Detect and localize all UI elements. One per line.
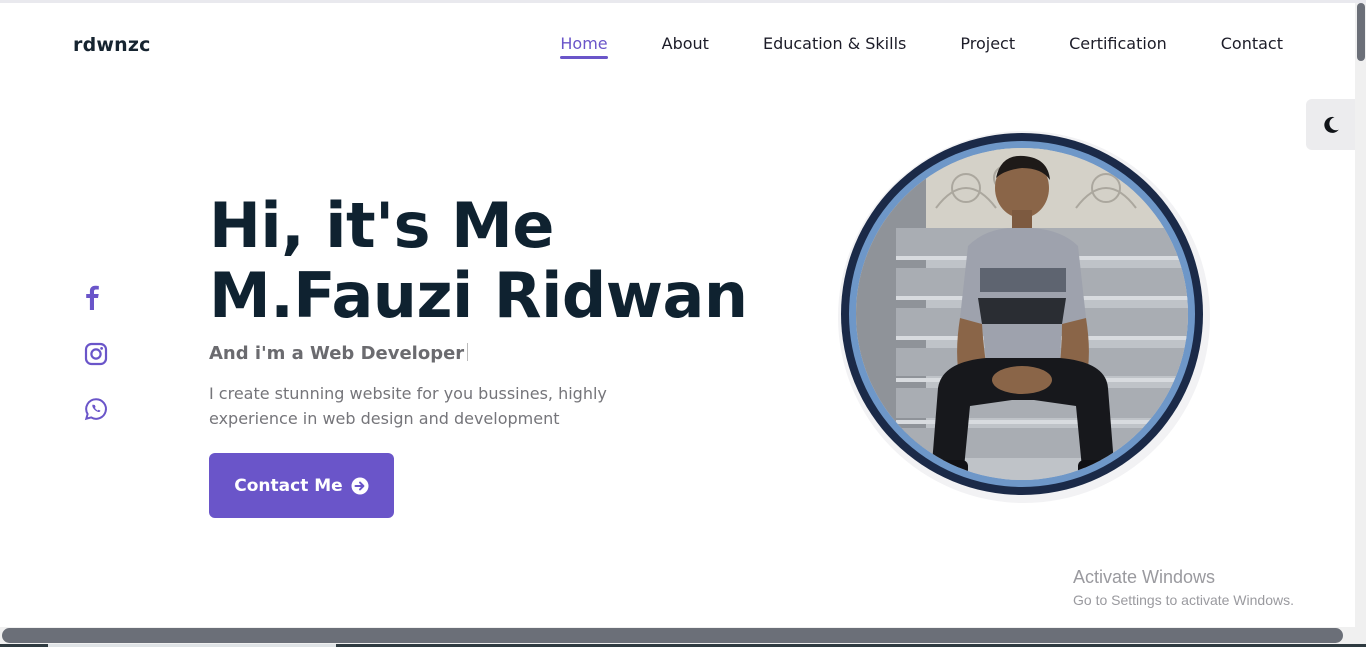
whatsapp-link[interactable] [83, 396, 109, 422]
vertical-scrollbar-thumb[interactable] [1357, 3, 1365, 61]
activate-windows-watermark: Activate Windows Go to Settings to activ… [1073, 567, 1294, 608]
main-nav: Home About Education & Skills Project Ce… [506, 34, 1283, 59]
hero-title-line2: M.Fauzi Ridwan [209, 259, 748, 332]
profile-photo-frame [838, 131, 1210, 503]
instagram-icon [84, 342, 108, 366]
dark-mode-toggle[interactable] [1306, 99, 1355, 150]
page: rdwnzc Home About Education & Skills Pro… [0, 3, 1355, 627]
profile-photo-illustration [856, 148, 1188, 480]
facebook-link[interactable] [80, 283, 104, 311]
hero-description: I create stunning website for you bussin… [209, 384, 607, 428]
hero-subtitle: And i'm a Web Developer [209, 343, 469, 364]
profile-photo-ring [841, 133, 1203, 495]
hero-subtitle-text: And i'm a Web Developer [209, 343, 465, 364]
nav-project[interactable]: Project [960, 34, 1015, 57]
vertical-scrollbar[interactable] [1355, 3, 1366, 627]
contact-me-label: Contact Me [234, 475, 343, 496]
nav-certification[interactable]: Certification [1069, 34, 1167, 57]
moon-icon [1323, 116, 1339, 133]
profile-photo-inner-ring [849, 141, 1195, 487]
profile-photo [856, 148, 1188, 480]
whatsapp-icon [84, 398, 107, 421]
activate-windows-subtitle: Go to Settings to activate Windows. [1073, 592, 1294, 608]
hero-title-line1: Hi, it's Me [209, 189, 554, 262]
activate-windows-title: Activate Windows [1073, 567, 1216, 587]
contact-me-button[interactable]: Contact Me [209, 453, 394, 518]
hero-title: Hi, it's Me M.Fauzi Ridwan [209, 191, 748, 331]
nav-about[interactable]: About [662, 34, 709, 57]
instagram-link[interactable] [83, 341, 109, 367]
arrow-circle-right-icon [351, 477, 369, 494]
nav-contact[interactable]: Contact [1221, 34, 1283, 57]
horizontal-scrollbar-thumb[interactable] [2, 628, 1343, 643]
nav-home[interactable]: Home [560, 34, 608, 59]
nav-education-skills[interactable]: Education & Skills [763, 34, 906, 57]
facebook-icon [86, 285, 99, 310]
site-logo[interactable]: rdwnzc [73, 34, 151, 56]
typing-caret [467, 343, 469, 361]
